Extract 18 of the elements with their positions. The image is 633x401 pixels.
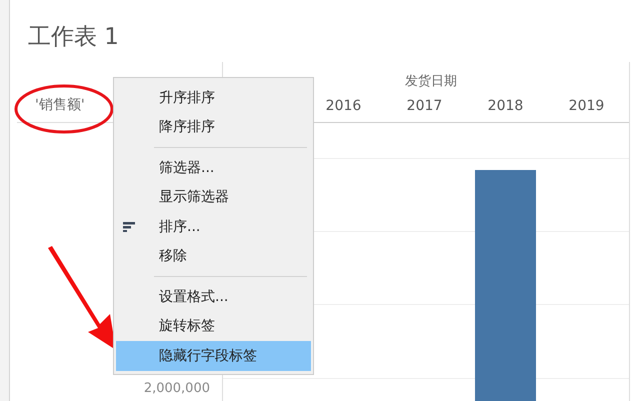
menu-item[interactable]: 升序排序 xyxy=(116,83,311,112)
column-header: 2016 xyxy=(324,97,362,116)
column-header: 2017 xyxy=(406,97,444,116)
column-field-label[interactable]: 发货日期 xyxy=(405,72,457,90)
row-field-label[interactable]: '销售额' xyxy=(35,96,85,114)
menu-item[interactable]: 排序... xyxy=(116,212,311,242)
sheet-title: 工作表 1 xyxy=(27,22,120,52)
axis-label: 2,000,000 xyxy=(144,381,210,396)
menu-item[interactable]: 旋转标签 xyxy=(116,312,311,341)
menu-item[interactable]: 筛选器... xyxy=(116,153,311,182)
sort-icon xyxy=(123,222,135,232)
menu-item[interactable]: 设置格式... xyxy=(116,282,311,312)
column-header: 2019 xyxy=(568,97,606,116)
menu-item[interactable]: 降序排序 xyxy=(116,112,311,142)
menu-item[interactable]: 移除 xyxy=(116,242,311,271)
menu-item[interactable]: 显示筛选器 xyxy=(116,182,311,212)
menu-item[interactable]: 隐藏行字段标签 xyxy=(116,341,311,370)
column-header: 2018 xyxy=(486,97,524,116)
